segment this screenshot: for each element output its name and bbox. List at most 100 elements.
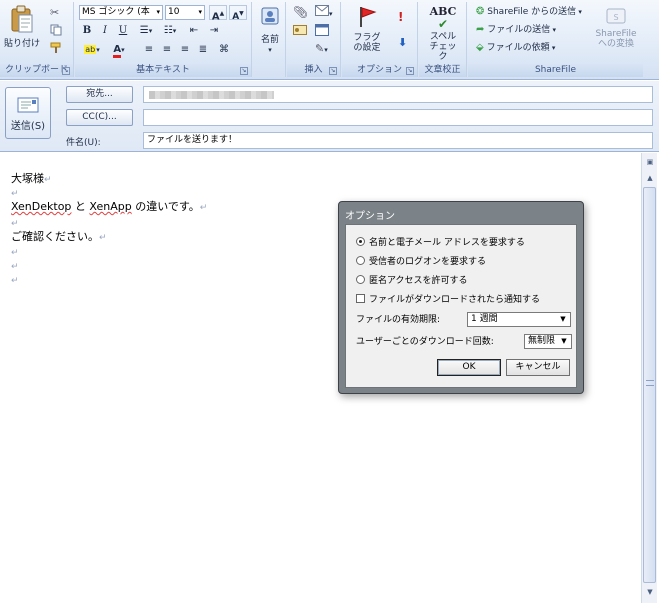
options-dialog-launcher[interactable]: ↘ [406,67,414,75]
to-field[interactable] [143,86,653,103]
body-confirm-line: ご確認ください。↵ [11,230,107,243]
align-center-button[interactable]: ≡ [159,42,175,57]
align-left-icon: ≡ [144,44,154,55]
format-painter-button[interactable] [50,42,62,59]
request-file-button[interactable]: ⬙ ファイルの依頼 ▾ [476,41,555,55]
numbered-list-icon: ☷ [163,25,173,36]
low-importance-button[interactable]: ⬇ [398,36,407,51]
font-name-combo[interactable]: MS ゴシック (本 ▾ [79,5,163,20]
vertical-scrollbar[interactable]: ▣ ▲ ▼ [641,153,657,603]
highlight-button[interactable]: ab▾ [79,42,105,57]
radio-require-logon[interactable]: 受信者のログオンを要求する [356,256,486,268]
spelling-button[interactable]: ABC ✔ スペルチェック [421,5,465,62]
send-icon [17,97,39,113]
attach-item-button[interactable]: ▾ [315,5,333,21]
send-file-button[interactable]: ➦ ファイルの送信 ▾ [476,23,556,37]
clipboard-group: 貼り付け ✂ クリップボード ↘ [0,2,74,77]
radio-icon [356,275,365,284]
address-book-icon [261,7,279,25]
font-color-button[interactable]: A▾ [107,42,131,58]
svg-text:S: S [613,13,618,22]
copy-icon [50,24,62,36]
send-button[interactable]: 送信(S) [5,87,51,139]
high-importance-button[interactable]: ! [398,10,403,26]
expiry-select[interactable]: 1 週間 ▼ [467,312,571,327]
names-group: 名前 ▾ [253,2,286,77]
chevron-down-icon: ▾ [156,8,160,16]
proofing-group-label: 文章校正 [419,64,466,77]
address-book-button[interactable]: 名前 ▾ [256,5,284,60]
convert-to-sharefile-button[interactable]: S ShareFile への変換 [592,7,640,59]
checkbox-icon [356,294,365,303]
scroll-down-arrow[interactable]: ▼ [642,585,658,599]
send-label: 送信(S) [10,121,46,132]
options-dialog: オプション 名前と電子メール アドレスを要求する 受信者のログオンを要求する 匿… [338,201,584,394]
paste-icon [11,5,33,33]
checkbox-notify-download[interactable]: ファイルがダウンロードされたら通知する [356,294,540,306]
cc-button[interactable]: CC(C)... [66,109,133,126]
bullets-button[interactable]: ☰▾ [135,23,157,38]
numbering-button[interactable]: ☷▾ [159,23,181,38]
request-file-icon: ⬙ [476,42,484,53]
cancel-button[interactable]: キャンセル [506,359,570,376]
radio-require-name-email[interactable]: 名前と電子メール アドレスを要求する [356,237,525,249]
insert-dialog-launcher[interactable]: ↘ [329,67,337,75]
signature-button[interactable]: ✎▾ [315,42,328,57]
to-button[interactable]: 宛先... [66,86,133,103]
radio-icon [356,256,365,265]
subject-field[interactable]: ファイルを送ります！ [143,132,653,149]
body-blank-line: ↵ [11,276,19,286]
envelope-icon [315,5,329,16]
chevron-down-icon: ▼ [560,315,566,323]
justify-button[interactable]: ≣ [195,42,211,57]
shrink-font-button[interactable]: A▼ [229,5,247,22]
dialog-content: 名前と電子メール アドレスを要求する 受信者のログオンを要求する 匿名アクセスを… [345,224,577,388]
scroll-up-arrow[interactable]: ▲ [642,171,658,185]
ruler-toggle-icon[interactable]: ▣ [642,155,658,169]
basic-text-dialog-launcher[interactable]: ↘ [240,67,248,75]
copy-button[interactable] [50,24,62,41]
business-card-icon [293,25,307,35]
radio-allow-anonymous[interactable]: 匿名アクセスを許可する [356,275,468,287]
italic-button[interactable]: I [97,23,113,38]
basic-text-group-label: 基本テキスト [75,64,251,77]
clipboard-dialog-launcher[interactable]: ↘ [62,67,70,75]
cc-field[interactable] [143,109,653,126]
expiry-label: ファイルの有効期限: [356,315,441,325]
attach-file-button[interactable]: 📎︎ [293,5,308,21]
decrease-indent-button[interactable]: ⇤ [185,23,203,38]
send-file-icon: ➦ [476,24,485,35]
highlighter-icon: ab [84,45,97,54]
spelling-label: スペルチェック [429,32,457,62]
flag-icon [360,7,377,27]
download-count-select[interactable]: 無制限 ▼ [524,334,572,349]
sharefile-convert-icon: S [606,8,626,24]
radio-selected-icon [356,237,365,246]
basic-text-group: MS ゴシック (本 ▾ 10 ▾ A▲ A▼ B I U ☰▾ ☷▾ ⇤ ⇥ ab… [75,2,252,77]
paste-button[interactable]: 貼り付け [3,5,41,57]
increase-indent-button[interactable]: ⇥ [205,23,223,38]
paste-label: 貼り付け [3,39,40,49]
font-size-combo[interactable]: 10 ▾ [165,5,205,20]
business-card-button[interactable] [293,24,307,41]
scrollbar-thumb[interactable] [643,187,656,583]
body-text-line: XenDektop と XenApp の違いです。↵ [11,200,208,213]
calendar-button[interactable] [315,24,329,41]
style-button[interactable]: ⌘ [215,42,233,57]
bullet-list-icon: ☰ [139,25,149,36]
style-icon: ⌘ [219,44,229,55]
cut-button[interactable]: ✂ [50,6,59,21]
align-right-button[interactable]: ≡ [177,42,193,57]
follow-up-flag-button[interactable]: フラグの設定 [344,5,390,60]
format-painter-icon [50,42,61,53]
underline-button[interactable]: U [115,23,131,38]
ok-button[interactable]: OK [437,359,501,376]
importance-low-icon: ⬇ [398,36,408,49]
justify-icon: ≣ [198,44,208,55]
bold-button[interactable]: B [79,23,95,38]
send-from-sharefile-button[interactable]: ❂ ShareFile からの送信 ▾ [476,5,582,19]
align-left-button[interactable]: ≡ [141,42,157,57]
cut-icon: ✂ [50,6,60,19]
grow-font-button[interactable]: A▲ [209,5,227,22]
redacted-recipient [149,91,274,99]
